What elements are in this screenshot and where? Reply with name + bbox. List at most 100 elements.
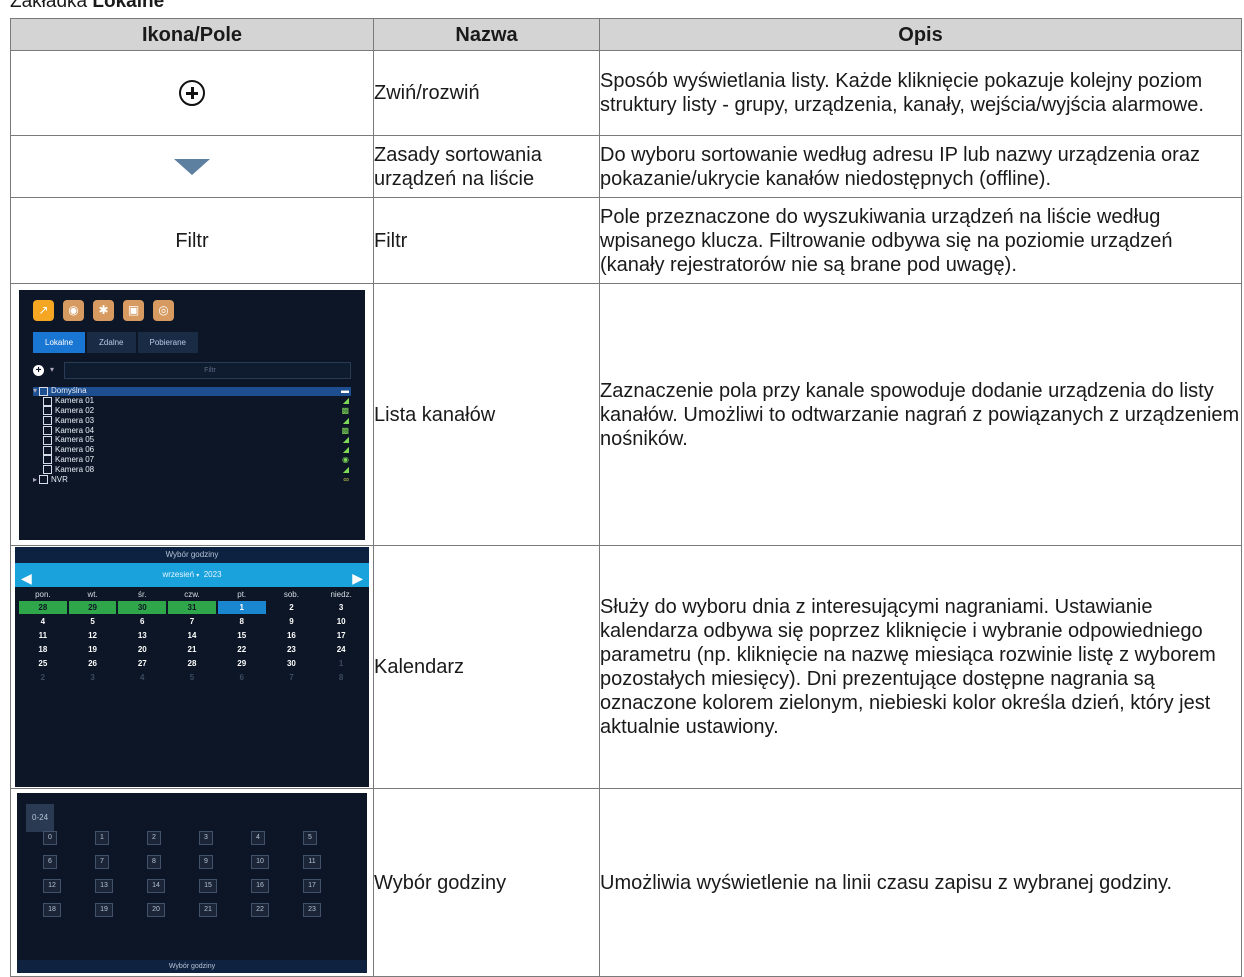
- hour-cell: 4: [251, 830, 265, 845]
- table-row: Zwiń/rozwiń Sposób wyświetlania listy. K…: [10, 50, 1242, 136]
- calendar-day: 17: [336, 631, 346, 640]
- toolbar: ↗ ◉ ✱ ▣ ◎: [33, 299, 174, 321]
- filter-input: Filtr: [64, 361, 351, 379]
- checkbox: [43, 416, 52, 426]
- calendar-day: 5: [189, 673, 195, 682]
- calendar-day: 9: [289, 617, 294, 626]
- row-icon-cell: [10, 50, 374, 136]
- legend-table: Ikona/Pole Nazwa Opis Zwiń/rozwiń Sposób…: [10, 18, 1242, 977]
- nvr-icon: ∞: [343, 474, 349, 484]
- month-label: wrzesień ▾ 2023: [162, 570, 222, 579]
- checkbox: [39, 475, 49, 485]
- calendar-day: 29: [68, 601, 117, 614]
- calendar-day: 23: [286, 645, 296, 654]
- hour-cell: 0: [43, 830, 57, 845]
- row-name: Filtr: [373, 197, 600, 284]
- hour-cell: 9: [199, 854, 213, 869]
- weekday-label: wt.: [87, 590, 98, 599]
- hour-cell: 17: [303, 878, 321, 893]
- table-caption: Zakładka Lokalne: [10, 0, 165, 12]
- hour-picker-footer: Wybór godziny: [17, 959, 367, 973]
- calendar-screenshot: Wybór godziny ◀ wrzesień ▾ 2023 ▶ pon. wt…: [15, 547, 369, 787]
- calendar-day: 24: [336, 645, 346, 654]
- source-tabs: Lokalne Zdalne Pobierane: [33, 331, 200, 353]
- header-name: Nazwa: [373, 18, 600, 51]
- hour-cell: 15: [199, 878, 217, 893]
- calendar-day: 1: [217, 601, 266, 614]
- calendar-day: 21: [187, 645, 197, 654]
- calendar-day: 7: [189, 617, 195, 626]
- save-icon: ▣: [123, 299, 144, 321]
- calendar-day: 6: [140, 617, 145, 626]
- tab-remote: Zdalne: [87, 331, 136, 353]
- weekday-label: pt.: [237, 590, 247, 599]
- row-name: Zasady sortowania urządzeń na liście: [373, 135, 600, 198]
- hour-cell: 23: [303, 902, 321, 917]
- calendar-day: 15: [237, 631, 247, 640]
- table-row: Filtr Filtr Pole przeznaczone do wyszuki…: [10, 197, 1242, 284]
- hour-cell: 22: [251, 902, 269, 917]
- triangle-down-icon: [174, 159, 210, 176]
- checkbox: [43, 426, 52, 436]
- calendar-day: 5: [90, 617, 95, 626]
- tab-local: Lokalne: [33, 331, 86, 353]
- row-name: Kalendarz: [373, 545, 600, 789]
- record-icon: ◉: [63, 299, 84, 321]
- next-month-icon: ▶: [352, 570, 363, 586]
- hour-cell: 8: [147, 854, 161, 869]
- checkbox: [43, 445, 52, 455]
- row-image-cell: Wybór godziny ◀ wrzesień ▾ 2023 ▶ pon. wt…: [10, 545, 374, 789]
- table-row: ↗ ◉ ✱ ▣ ◎ Lokalne Zdalne Pobierane + ▾ F…: [10, 283, 1242, 546]
- calendar-day: 22: [237, 645, 247, 654]
- calendar-title: Wybór godziny: [15, 547, 369, 563]
- calendar-day: 30: [286, 659, 296, 668]
- weekday-label: pon.: [35, 590, 51, 599]
- row-desc: Pole przeznaczone do wyszukiwania urządz…: [599, 197, 1242, 284]
- calendar-day: 31: [168, 601, 216, 614]
- plus-circle-icon: [179, 80, 205, 106]
- calendar-day: 13: [137, 631, 147, 640]
- channel-tree: ▾ Domyślna ▬ Kamera 01 ◢ Kamera 02 ▩ Kamer…: [33, 386, 351, 485]
- row-desc: Zaznaczenie pola przy kanale spowoduje d…: [599, 283, 1242, 546]
- calendar-day: 29: [237, 659, 247, 668]
- calendar-day: 8: [338, 673, 344, 682]
- calendar-day: 28: [187, 659, 197, 668]
- row-image-cell: ↗ ◉ ✱ ▣ ◎ Lokalne Zdalne Pobierane + ▾ F…: [10, 283, 374, 546]
- checkbox: [43, 406, 52, 416]
- row-image-cell: 0-24 0 1 2 3 4 5 6 7 8 9 10 11 12 13 14 15 16 17 18 19 20 21 2…: [10, 788, 374, 977]
- hour-cell: 19: [95, 902, 113, 917]
- calendar-day: 4: [140, 673, 145, 682]
- row-icon-cell: [10, 135, 374, 198]
- chevron-down-icon: ▾: [50, 365, 55, 374]
- checkbox: [43, 455, 52, 465]
- hour-cell: 2: [147, 830, 161, 845]
- expand-icon: ▸: [33, 474, 38, 484]
- hour-cell: 14: [147, 878, 165, 893]
- row-name: Wybór godziny: [373, 788, 600, 977]
- calendar-day: 11: [38, 631, 48, 640]
- table-row: 0-24 0 1 2 3 4 5 6 7 8 9 10 11 12 13 14 15 16 17 18 19 20 21 2…: [10, 788, 1242, 977]
- table-row: Zasady sortowania urządzeń na liście Do …: [10, 135, 1242, 198]
- hour-cell: 6: [43, 854, 57, 869]
- row-desc: Umożliwia wyświetlenie na linii czasu za…: [599, 788, 1242, 977]
- weekday-label: sob.: [283, 590, 299, 599]
- calendar-grid: pon. wt. śr. czw. pt. sob. niedz. 28 29 30 31 1 2 3 4 5…: [15, 587, 369, 686]
- hour-picker-screenshot: 0-24 0 1 2 3 4 5 6 7 8 9 10 11 12 13 14 15 16 17 18 19 20 21 2…: [17, 792, 367, 973]
- weekday-label: niedz.: [330, 590, 352, 599]
- row-desc: Do wyboru sortowanie według adresu IP lu…: [599, 135, 1242, 198]
- nvr-label: NVR: [51, 474, 68, 484]
- calendar-day: 4: [40, 617, 46, 626]
- calendar-day: 18: [38, 645, 48, 654]
- calendar-day: 1: [338, 659, 344, 668]
- checkbox: [43, 396, 52, 406]
- calendar-day: 6: [239, 673, 244, 682]
- hour-cell: 5: [303, 830, 317, 845]
- calendar-day: 10: [336, 617, 346, 626]
- calendar-day: 28: [19, 601, 67, 614]
- header-row: Ikona/Pole Nazwa Opis: [10, 18, 1242, 51]
- calendar-day: 7: [289, 673, 294, 682]
- plus-icon: +: [33, 364, 44, 376]
- header-icon-field: Ikona/Pole: [10, 18, 374, 51]
- channel-list-screenshot: ↗ ◉ ✱ ▣ ◎ Lokalne Zdalne Pobierane + ▾ F…: [19, 289, 365, 540]
- row-name: Lista kanałów: [373, 283, 600, 546]
